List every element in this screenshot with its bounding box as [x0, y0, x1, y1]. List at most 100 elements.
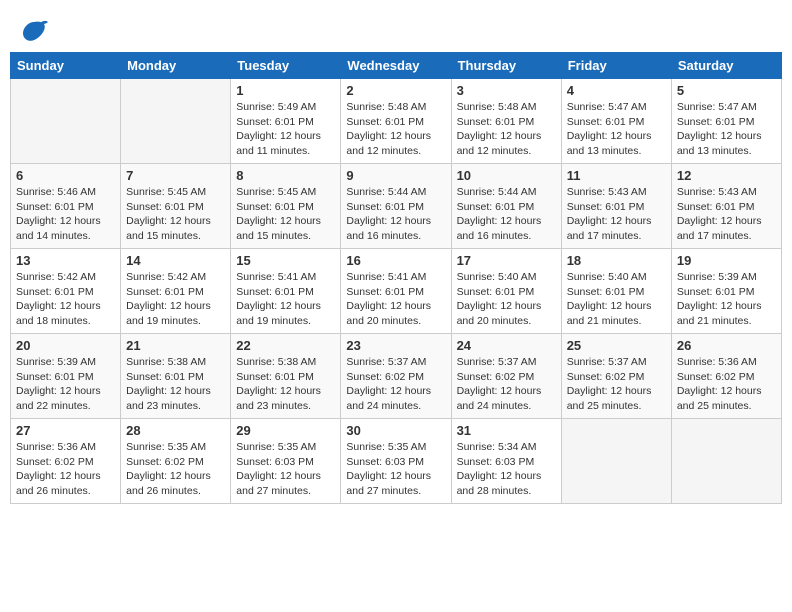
calendar-cell: 12 Sunrise: 5:43 AMSunset: 6:01 PMDayligh…	[671, 164, 781, 249]
day-info: Sunrise: 5:41 AMSunset: 6:01 PMDaylight:…	[236, 270, 335, 329]
day-number: 30	[346, 423, 445, 438]
calendar-week-row: 20 Sunrise: 5:39 AMSunset: 6:01 PMDayligh…	[11, 334, 782, 419]
calendar-week-row: 6 Sunrise: 5:46 AMSunset: 6:01 PMDaylight…	[11, 164, 782, 249]
calendar-cell: 11 Sunrise: 5:43 AMSunset: 6:01 PMDayligh…	[561, 164, 671, 249]
day-info: Sunrise: 5:42 AMSunset: 6:01 PMDaylight:…	[126, 270, 225, 329]
day-number: 18	[567, 253, 666, 268]
day-info: Sunrise: 5:48 AMSunset: 6:01 PMDaylight:…	[457, 100, 556, 159]
day-number: 10	[457, 168, 556, 183]
calendar-cell: 15 Sunrise: 5:41 AMSunset: 6:01 PMDayligh…	[231, 249, 341, 334]
calendar-week-row: 13 Sunrise: 5:42 AMSunset: 6:01 PMDayligh…	[11, 249, 782, 334]
day-info: Sunrise: 5:40 AMSunset: 6:01 PMDaylight:…	[567, 270, 666, 329]
calendar-cell: 4Sunrise: 5:47 AMSunset: 6:01 PMDaylight…	[561, 79, 671, 164]
day-number: 25	[567, 338, 666, 353]
day-number: 5	[677, 83, 776, 98]
day-info: Sunrise: 5:44 AMSunset: 6:01 PMDaylight:…	[457, 185, 556, 244]
calendar-cell: 1 Sunrise: 5:49 AMSunset: 6:01 PMDaylight…	[231, 79, 341, 164]
day-number: 26	[677, 338, 776, 353]
day-info: Sunrise: 5:44 AMSunset: 6:01 PMDaylight:…	[346, 185, 445, 244]
calendar-cell	[561, 419, 671, 504]
calendar-cell: 25 Sunrise: 5:37 AMSunset: 6:02 PMDayligh…	[561, 334, 671, 419]
day-info: Sunrise: 5:38 AMSunset: 6:01 PMDaylight:…	[126, 355, 225, 414]
day-info: Sunrise: 5:35 AMSunset: 6:03 PMDaylight:…	[346, 440, 445, 499]
day-number: 1	[236, 83, 335, 98]
column-header-thursday: Thursday	[451, 53, 561, 79]
day-number: 3	[457, 83, 556, 98]
day-number: 9	[346, 168, 445, 183]
calendar-cell: 20 Sunrise: 5:39 AMSunset: 6:01 PMDayligh…	[11, 334, 121, 419]
day-number: 20	[16, 338, 115, 353]
calendar-cell: 31Sunrise: 5:34 AMSunset: 6:03 PMDayligh…	[451, 419, 561, 504]
calendar-cell	[121, 79, 231, 164]
day-info: Sunrise: 5:41 AMSunset: 6:01 PMDaylight:…	[346, 270, 445, 329]
logo	[20, 20, 52, 42]
calendar-cell: 21 Sunrise: 5:38 AMSunset: 6:01 PMDayligh…	[121, 334, 231, 419]
day-info: Sunrise: 5:35 AMSunset: 6:02 PMDaylight:…	[126, 440, 225, 499]
calendar-cell	[671, 419, 781, 504]
day-info: Sunrise: 5:49 AMSunset: 6:01 PMDaylight:…	[236, 100, 335, 159]
day-number: 23	[346, 338, 445, 353]
day-number: 28	[126, 423, 225, 438]
day-number: 22	[236, 338, 335, 353]
day-info: Sunrise: 5:37 AMSunset: 6:02 PMDaylight:…	[457, 355, 556, 414]
calendar-cell: 14 Sunrise: 5:42 AMSunset: 6:01 PMDayligh…	[121, 249, 231, 334]
day-number: 7	[126, 168, 225, 183]
day-info: Sunrise: 5:48 AMSunset: 6:01 PMDaylight:…	[346, 100, 445, 159]
calendar-cell: 3 Sunrise: 5:48 AMSunset: 6:01 PMDaylight…	[451, 79, 561, 164]
day-number: 11	[567, 168, 666, 183]
calendar-cell	[11, 79, 121, 164]
day-info: Sunrise: 5:47 AMSunset: 6:01 PMDaylight:…	[677, 100, 776, 159]
day-number: 27	[16, 423, 115, 438]
day-info: Sunrise: 5:35 AMSunset: 6:03 PMDaylight:…	[236, 440, 335, 499]
day-info: Sunrise: 5:45 AMSunset: 6:01 PMDaylight:…	[236, 185, 335, 244]
day-info: Sunrise: 5:36 AMSunset: 6:02 PMDaylight:…	[677, 355, 776, 414]
calendar-cell: 8Sunrise: 5:45 AMSunset: 6:01 PMDaylight…	[231, 164, 341, 249]
day-number: 2	[346, 83, 445, 98]
day-number: 14	[126, 253, 225, 268]
calendar-cell: 7Sunrise: 5:45 AMSunset: 6:01 PMDaylight…	[121, 164, 231, 249]
day-number: 29	[236, 423, 335, 438]
day-number: 4	[567, 83, 666, 98]
calendar-cell: 29 Sunrise: 5:35 AMSunset: 6:03 PMDayligh…	[231, 419, 341, 504]
day-number: 13	[16, 253, 115, 268]
calendar-table: SundayMondayTuesdayWednesdayThursdayFrid…	[10, 52, 782, 504]
calendar-cell: 28 Sunrise: 5:35 AMSunset: 6:02 PMDayligh…	[121, 419, 231, 504]
day-number: 12	[677, 168, 776, 183]
day-info: Sunrise: 5:43 AMSunset: 6:01 PMDaylight:…	[677, 185, 776, 244]
calendar-cell: 17Sunrise: 5:40 AMSunset: 6:01 PMDayligh…	[451, 249, 561, 334]
calendar-cell: 19 Sunrise: 5:39 AMSunset: 6:01 PMDayligh…	[671, 249, 781, 334]
calendar-cell: 26 Sunrise: 5:36 AMSunset: 6:02 PMDayligh…	[671, 334, 781, 419]
day-number: 16	[346, 253, 445, 268]
day-info: Sunrise: 5:37 AMSunset: 6:02 PMDaylight:…	[567, 355, 666, 414]
column-header-friday: Friday	[561, 53, 671, 79]
day-number: 15	[236, 253, 335, 268]
calendar-cell: 6 Sunrise: 5:46 AMSunset: 6:01 PMDaylight…	[11, 164, 121, 249]
day-info: Sunrise: 5:37 AMSunset: 6:02 PMDaylight:…	[346, 355, 445, 414]
calendar-cell: 2 Sunrise: 5:48 AMSunset: 6:01 PMDaylight…	[341, 79, 451, 164]
calendar-cell: 23 Sunrise: 5:37 AMSunset: 6:02 PMDayligh…	[341, 334, 451, 419]
day-number: 6	[16, 168, 115, 183]
calendar-cell: 13 Sunrise: 5:42 AMSunset: 6:01 PMDayligh…	[11, 249, 121, 334]
day-info: Sunrise: 5:36 AMSunset: 6:02 PMDaylight:…	[16, 440, 115, 499]
calendar-cell: 22 Sunrise: 5:38 AMSunset: 6:01 PMDayligh…	[231, 334, 341, 419]
calendar-header-row: SundayMondayTuesdayWednesdayThursdayFrid…	[11, 53, 782, 79]
day-info: Sunrise: 5:38 AMSunset: 6:01 PMDaylight:…	[236, 355, 335, 414]
day-number: 19	[677, 253, 776, 268]
day-info: Sunrise: 5:42 AMSunset: 6:01 PMDaylight:…	[16, 270, 115, 329]
day-info: Sunrise: 5:34 AMSunset: 6:03 PMDaylight:…	[457, 440, 556, 499]
column-header-monday: Monday	[121, 53, 231, 79]
logo-bird-icon	[20, 20, 48, 42]
day-info: Sunrise: 5:43 AMSunset: 6:01 PMDaylight:…	[567, 185, 666, 244]
day-number: 21	[126, 338, 225, 353]
calendar-cell: 18 Sunrise: 5:40 AMSunset: 6:01 PMDayligh…	[561, 249, 671, 334]
day-info: Sunrise: 5:46 AMSunset: 6:01 PMDaylight:…	[16, 185, 115, 244]
calendar-cell: 10 Sunrise: 5:44 AMSunset: 6:01 PMDayligh…	[451, 164, 561, 249]
column-header-saturday: Saturday	[671, 53, 781, 79]
day-number: 24	[457, 338, 556, 353]
day-info: Sunrise: 5:39 AMSunset: 6:01 PMDaylight:…	[677, 270, 776, 329]
day-number: 17	[457, 253, 556, 268]
column-header-wednesday: Wednesday	[341, 53, 451, 79]
day-info: Sunrise: 5:39 AMSunset: 6:01 PMDaylight:…	[16, 355, 115, 414]
calendar-week-row: 27 Sunrise: 5:36 AMSunset: 6:02 PMDayligh…	[11, 419, 782, 504]
column-header-sunday: Sunday	[11, 53, 121, 79]
